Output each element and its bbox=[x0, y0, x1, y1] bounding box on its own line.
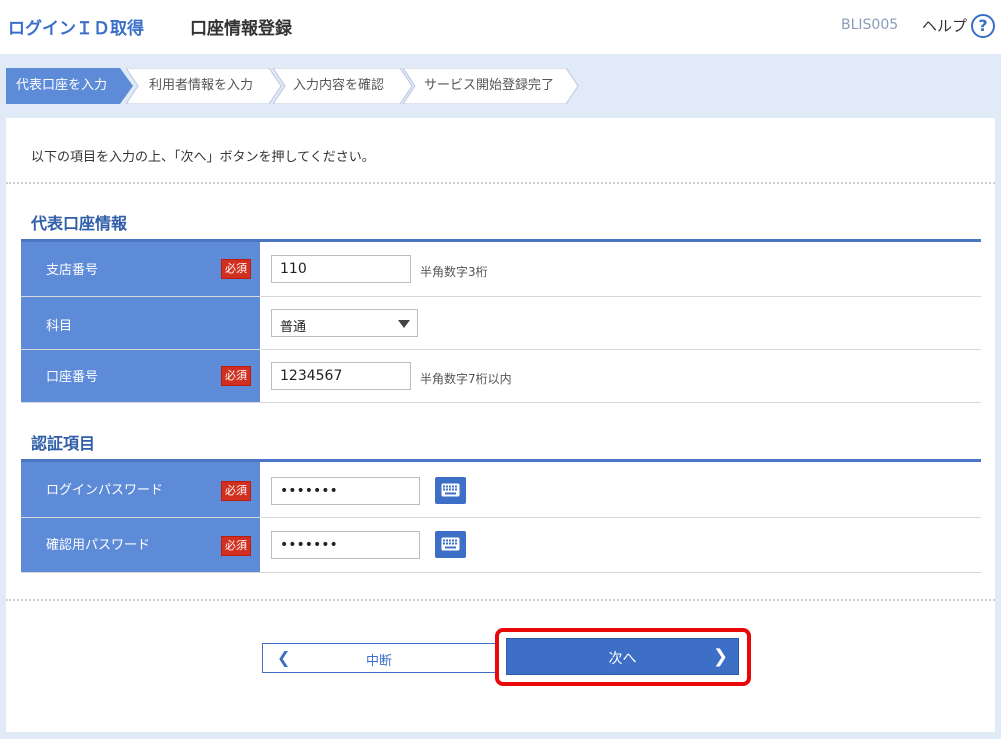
subject-selected-value: 普通 bbox=[280, 320, 307, 335]
branch-hint: 半角数字3桁 bbox=[420, 265, 488, 279]
step-2: 利用者情報を入力 bbox=[126, 68, 282, 104]
branch-row: 支店番号 必須 半角数字3桁 bbox=[21, 242, 981, 297]
branch-number-input[interactable] bbox=[271, 255, 411, 283]
step-3: 入力内容を確認 bbox=[273, 68, 413, 104]
login-password-row: ログインパスワード 必須 bbox=[21, 462, 981, 518]
subject-label: 科目 bbox=[46, 319, 73, 334]
divider bbox=[6, 599, 995, 601]
account-info-table: 支店番号 必須 半角数字3桁 科目 普通 口座番号 必須 半角数字7桁以内 bbox=[21, 239, 981, 403]
progress-steps: 代表口座を入力 利用者情報を入力 入力内容を確認 サービス開始登録完了 bbox=[6, 68, 586, 104]
account-section-title: 代表口座情報 bbox=[31, 214, 128, 233]
subject-row: 科目 普通 bbox=[21, 297, 981, 350]
account-number-input[interactable] bbox=[271, 362, 411, 390]
step-1-label: 代表口座を入力 bbox=[16, 78, 108, 93]
account-number-row-header: 口座番号 必須 bbox=[21, 350, 260, 402]
cancel-button-label: 中断 bbox=[365, 654, 392, 669]
step-3-label: 入力内容を確認 bbox=[293, 78, 385, 93]
software-keyboard-button[interactable] bbox=[435, 477, 466, 504]
auth-section-title: 認証項目 bbox=[31, 434, 96, 453]
next-button-label: 次へ bbox=[608, 651, 637, 667]
required-badge: 必須 bbox=[221, 366, 251, 386]
branch-label: 支店番号 bbox=[46, 263, 99, 278]
confirm-password-input[interactable] bbox=[271, 531, 420, 559]
divider bbox=[6, 182, 995, 184]
login-password-label: ログインパスワード bbox=[46, 483, 164, 498]
confirm-password-label: 確認用パスワード bbox=[46, 538, 151, 553]
form-card: 以下の項目を入力の上、「次へ」ボタンを押してください。 代表口座情報 支店番号 … bbox=[6, 118, 995, 732]
keyboard-icon bbox=[441, 483, 460, 497]
account-number-label: 口座番号 bbox=[46, 370, 99, 385]
top-header: ログインＩＤ取得 口座情報登録 BLIS005 ヘルプ ? bbox=[0, 0, 1001, 54]
required-badge: 必須 bbox=[221, 481, 251, 501]
step-4: サービス開始登録完了 bbox=[403, 68, 579, 104]
chevron-down-icon bbox=[398, 320, 410, 328]
account-number-hint: 半角数字7桁以内 bbox=[420, 372, 512, 386]
subject-row-header: 科目 bbox=[21, 297, 260, 349]
confirm-password-row-header: 確認用パスワード 必須 bbox=[21, 518, 260, 572]
software-keyboard-button[interactable] bbox=[435, 531, 466, 558]
confirm-password-row: 確認用パスワード 必須 bbox=[21, 518, 981, 573]
help-icon[interactable]: ? bbox=[971, 14, 995, 38]
step-4-label: サービス開始登録完了 bbox=[424, 78, 555, 93]
auth-table: ログインパスワード 必須 確認用パスワード 必須 bbox=[21, 459, 981, 574]
app-title: ログインＩＤ取得 bbox=[8, 19, 144, 39]
subject-select[interactable]: 普通 bbox=[271, 309, 418, 337]
step-2-label: 利用者情報を入力 bbox=[149, 78, 254, 93]
cancel-button[interactable]: ❮ 中断 bbox=[262, 643, 496, 673]
next-button[interactable]: 次へ ❯ bbox=[506, 638, 739, 675]
step-1: 代表口座を入力 bbox=[6, 68, 134, 104]
screen-id: BLIS005 bbox=[841, 17, 899, 33]
page-title: 口座情報登録 bbox=[190, 19, 292, 39]
login-password-row-header: ログインパスワード 必須 bbox=[21, 462, 260, 517]
branch-row-header: 支店番号 必須 bbox=[21, 242, 260, 296]
keyboard-icon bbox=[441, 537, 460, 551]
required-badge: 必須 bbox=[221, 259, 251, 279]
account-number-row: 口座番号 必須 半角数字7桁以内 bbox=[21, 350, 981, 403]
required-badge: 必須 bbox=[221, 536, 251, 556]
help-link[interactable]: ヘルプ bbox=[922, 15, 967, 36]
instruction-text: 以下の項目を入力の上、「次へ」ボタンを押してください。 bbox=[31, 150, 375, 165]
chevron-right-icon: ❯ bbox=[713, 646, 729, 667]
login-password-input[interactable] bbox=[271, 477, 420, 505]
